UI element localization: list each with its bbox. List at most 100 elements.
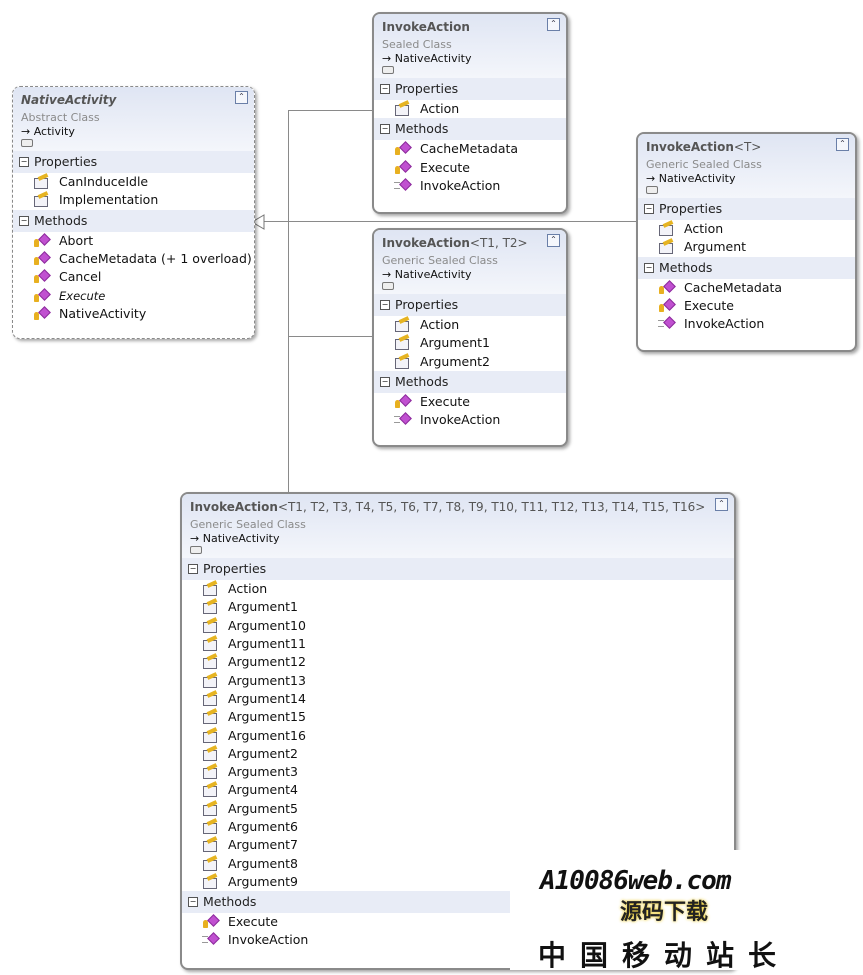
member-item[interactable]: Argument2	[182, 745, 734, 763]
protected-method-icon	[394, 395, 410, 409]
interface-lollipop-icon	[646, 186, 658, 194]
member-item[interactable]: InvokeAction	[638, 315, 855, 333]
section-toggle-icon[interactable]: −	[19, 215, 29, 226]
class-title: InvokeAction<T1, T2>	[382, 236, 528, 250]
member-item[interactable]: Action	[374, 316, 566, 334]
member-item[interactable]: CacheMetadata	[638, 279, 855, 297]
class-box-invoke-action-t[interactable]: InvokeAction<T> Generic Sealed Class → Nat…	[636, 132, 857, 352]
member-item[interactable]: Argument16	[182, 726, 734, 744]
member-item[interactable]: CacheMetadata	[374, 140, 566, 158]
property-icon	[202, 857, 218, 871]
class-name: InvokeAction	[190, 500, 278, 514]
class-type-params: <T1, T2, T3, T4, T5, T6, T7, T8, T9, T10…	[277, 500, 706, 514]
collapse-button[interactable]: ⌃	[547, 18, 560, 31]
member-item[interactable]: Execute	[13, 286, 254, 304]
property-icon	[202, 674, 218, 688]
section-header-methods[interactable]: − Methods	[13, 209, 254, 232]
base-class-name: NativeActivity	[658, 172, 736, 185]
class-header: InvokeAction Sealed Class → NativeActivity…	[374, 14, 566, 78]
section-header-methods[interactable]: − Methods	[374, 118, 566, 141]
section-header-properties[interactable]: − Properties	[13, 151, 254, 173]
section-label: Properties	[659, 201, 723, 216]
member-item[interactable]: Argument11	[182, 635, 734, 653]
section-header-properties[interactable]: − Properties	[182, 558, 734, 580]
class-box-native-activity[interactable]: NativeActivity Abstract Class → Activity ⌃ −…	[12, 86, 255, 339]
inheritance-line-invoke-action-t1-t2	[288, 336, 372, 337]
member-label: Argument14	[228, 690, 306, 706]
member-label: Argument	[684, 239, 747, 255]
member-item[interactable]: CanInduceIdle	[13, 173, 254, 191]
member-label: Argument15	[228, 709, 306, 725]
member-label: Argument4	[228, 782, 298, 798]
member-label: Argument2	[228, 745, 298, 761]
member-item[interactable]: Cancel	[13, 268, 254, 286]
class-box-invoke-action[interactable]: InvokeAction Sealed Class → NativeActivity…	[372, 12, 568, 214]
property-icon	[202, 619, 218, 633]
member-item[interactable]: Implementation	[13, 191, 254, 209]
class-header: InvokeAction<T> Generic Sealed Class → Nat…	[638, 134, 855, 198]
section-header-properties[interactable]: − Properties	[638, 198, 855, 220]
section-toggle-icon[interactable]: −	[380, 300, 390, 310]
member-label: Execute	[228, 914, 278, 930]
section-toggle-icon[interactable]: −	[188, 897, 198, 908]
collapse-button[interactable]: ⌃	[715, 498, 728, 511]
class-name: InvokeAction	[382, 236, 470, 250]
protected-method-icon	[658, 299, 674, 313]
member-label: Cancel	[59, 269, 102, 285]
protected-method-icon	[202, 915, 218, 929]
class-name: InvokeAction	[646, 140, 734, 154]
member-label: CanInduceIdle	[59, 174, 149, 190]
section-toggle-icon[interactable]: −	[380, 124, 390, 135]
member-item[interactable]: Argument1	[374, 334, 566, 352]
member-label: Action	[228, 581, 268, 597]
member-item[interactable]: Abort	[13, 232, 254, 250]
section-header-properties[interactable]: − Properties	[374, 78, 566, 100]
collapse-button[interactable]: ⌃	[235, 91, 248, 104]
section-header-methods[interactable]: − Methods	[638, 256, 855, 279]
member-item[interactable]: Argument3	[182, 763, 734, 781]
section-toggle-icon[interactable]: −	[644, 204, 654, 214]
property-icon	[202, 802, 218, 816]
base-class: → NativeActivity	[646, 172, 735, 185]
member-item[interactable]: Action	[374, 100, 566, 118]
protected-method-icon	[33, 289, 49, 303]
class-kind: Generic Sealed Class	[646, 158, 762, 171]
member-item[interactable]: Argument5	[182, 800, 734, 818]
member-item[interactable]: Argument14	[182, 690, 734, 708]
member-item[interactable]: Argument15	[182, 708, 734, 726]
section-header-methods[interactable]: − Methods	[374, 370, 566, 393]
interface-lollipop-icon	[190, 546, 202, 554]
inheritance-line-main	[262, 221, 636, 222]
member-item[interactable]: Execute	[638, 297, 855, 315]
section-toggle-icon[interactable]: −	[380, 84, 390, 94]
member-item[interactable]: Action	[182, 580, 734, 598]
member-label: CacheMetadata	[420, 141, 519, 157]
watermark-tagline: 源码下载	[620, 900, 709, 925]
member-item[interactable]: Argument10	[182, 617, 734, 635]
member-item[interactable]: Argument	[638, 238, 855, 256]
member-item[interactable]: Execute	[374, 159, 566, 177]
section-toggle-icon[interactable]: −	[19, 157, 29, 167]
section-toggle-icon[interactable]: −	[188, 564, 198, 574]
member-item[interactable]: Argument13	[182, 671, 734, 689]
member-item[interactable]: InvokeAction	[374, 177, 566, 195]
member-item[interactable]: NativeActivity	[13, 305, 254, 323]
base-class-name: NativeActivity	[394, 268, 472, 281]
member-item[interactable]: Argument6	[182, 818, 734, 836]
member-item[interactable]: Argument2	[374, 353, 566, 371]
member-label: Argument2	[420, 353, 490, 369]
class-box-invoke-action-t1-t2[interactable]: InvokeAction<T1, T2> Generic Sealed Class…	[372, 228, 568, 447]
member-item[interactable]: Execute	[374, 393, 566, 411]
section-header-properties[interactable]: − Properties	[374, 294, 566, 316]
member-item[interactable]: CacheMetadata (+ 1 overload)	[13, 250, 254, 268]
section-toggle-icon[interactable]: −	[380, 376, 390, 387]
member-item[interactable]: Action	[638, 220, 855, 238]
section-label: Methods	[203, 894, 257, 910]
member-item[interactable]: Argument4	[182, 781, 734, 799]
collapse-button[interactable]: ⌃	[547, 234, 560, 247]
collapse-button[interactable]: ⌃	[836, 138, 849, 151]
member-item[interactable]: Argument12	[182, 653, 734, 671]
section-toggle-icon[interactable]: −	[644, 262, 654, 273]
member-item[interactable]: Argument1	[182, 598, 734, 616]
member-item[interactable]: InvokeAction	[374, 411, 566, 429]
